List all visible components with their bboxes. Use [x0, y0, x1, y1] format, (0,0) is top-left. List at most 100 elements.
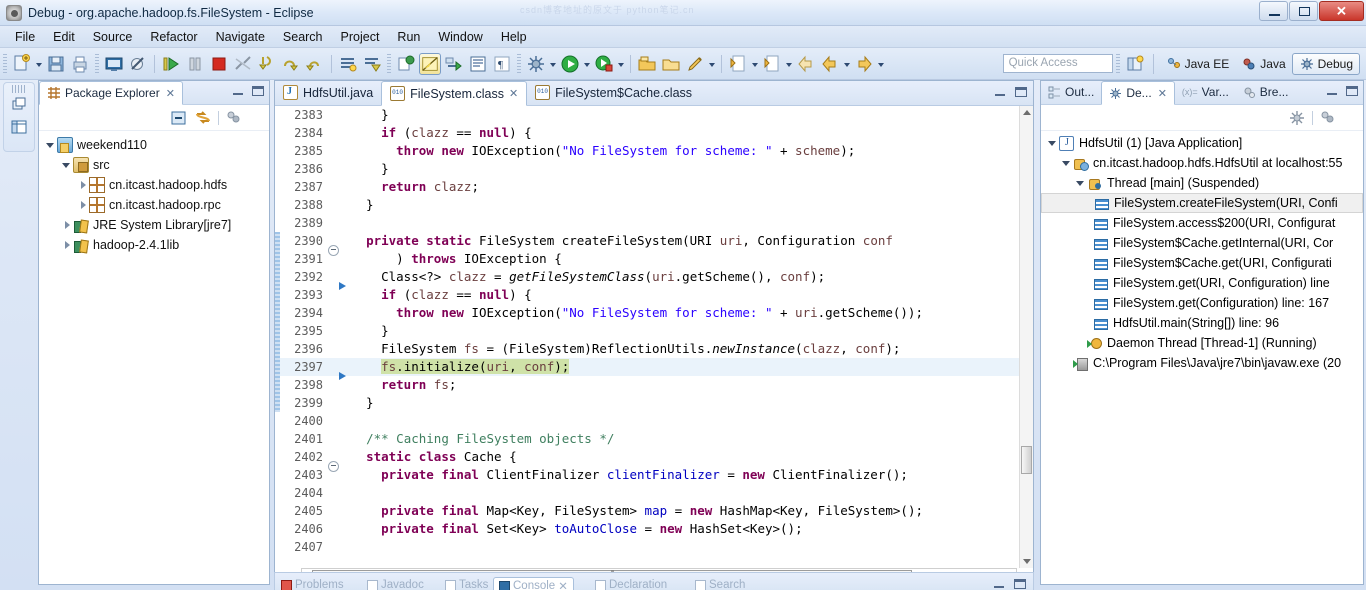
toolbar-grip-3[interactable]: [387, 53, 391, 74]
step-return-icon[interactable]: [304, 53, 326, 75]
perspective-java[interactable]: Java: [1235, 53, 1291, 75]
debug-tree-item[interactable]: Daemon Thread [Thread-1] (Running): [1041, 333, 1363, 353]
tab-filesystem-cache-class[interactable]: FileSystem$Cache.class: [527, 80, 700, 105]
tab-debug[interactable]: De... ✕: [1101, 81, 1175, 105]
expand-arrow-icon[interactable]: [1047, 137, 1059, 149]
external-tools-icon[interactable]: [593, 53, 615, 75]
scroll-up-arrow-icon[interactable]: [1023, 110, 1031, 115]
minimize-button[interactable]: [1259, 1, 1288, 21]
save-icon[interactable]: [45, 53, 67, 75]
terminate-icon[interactable]: [208, 53, 230, 75]
minimize-view-icon[interactable]: [994, 86, 1007, 99]
tab-javadoc[interactable]: Javadoc: [367, 579, 424, 590]
tab-declaration[interactable]: Declaration: [595, 579, 667, 590]
close-icon[interactable]: ✕: [166, 87, 175, 100]
back-arrow-icon[interactable]: [795, 53, 817, 75]
back-arrow-icon-2[interactable]: [819, 53, 841, 75]
close-icon[interactable]: ✕: [509, 87, 518, 100]
restore-button[interactable]: [1289, 1, 1318, 21]
debug-tree-item[interactable]: FileSystem.get(Configuration) line: 167: [1041, 293, 1363, 313]
debug-tree-item[interactable]: FileSystem$Cache.get(URI, Configurati: [1041, 253, 1363, 273]
menu-refactor[interactable]: Refactor: [141, 28, 206, 46]
close-icon[interactable]: ✕: [1158, 87, 1167, 100]
suspend-icon[interactable]: [184, 53, 206, 75]
toolbar-grip-5[interactable]: [1115, 53, 1120, 74]
code-line[interactable]: 2386 }: [275, 160, 1019, 178]
resume-icon[interactable]: [160, 53, 182, 75]
tab-console[interactable]: Console ✕: [493, 577, 574, 590]
expand-arrow-icon[interactable]: [1075, 177, 1087, 189]
quick-access-input[interactable]: Quick Access: [1002, 54, 1113, 73]
code-line[interactable]: 2388 }: [275, 196, 1019, 214]
minimize-view-icon[interactable]: [1326, 85, 1339, 98]
code-line[interactable]: 2390 private static FileSystem createFil…: [275, 232, 1019, 256]
code-line[interactable]: 2406 private final Set<Key> toAutoClose …: [275, 520, 1019, 538]
code-line[interactable]: 2391 ) throws IOException {: [275, 250, 1019, 268]
debug-tree-item[interactable]: Thread [main] (Suspended): [1041, 173, 1363, 193]
menu-edit[interactable]: Edit: [44, 28, 84, 46]
next-annotation-icon[interactable]: [727, 53, 749, 75]
code-line[interactable]: 2403 private final ClientFinalizer clien…: [275, 466, 1019, 484]
tab-outline[interactable]: Out...: [1041, 80, 1101, 104]
restore-view-icon[interactable]: [9, 95, 29, 115]
view-filters-icon[interactable]: [1319, 109, 1337, 127]
toolbar-grip-4[interactable]: [517, 53, 521, 74]
toolbar-grip[interactable]: [3, 53, 7, 74]
tree-item-src[interactable]: src: [39, 155, 269, 175]
maximize-view-icon[interactable]: [1015, 86, 1028, 99]
highlight-icon[interactable]: [419, 52, 441, 75]
menu-help[interactable]: Help: [492, 28, 536, 46]
code-line[interactable]: 2393 if (clazz == null) {: [275, 286, 1019, 304]
view-menu-icon[interactable]: [1343, 111, 1357, 125]
scroll-down-arrow-icon[interactable]: [1023, 559, 1031, 564]
expand-arrow-icon[interactable]: [1061, 157, 1073, 169]
debug-tree-item[interactable]: cn.itcast.hadoop.hdfs.HdfsUtil at localh…: [1041, 153, 1363, 173]
close-button[interactable]: ✕: [1319, 1, 1364, 21]
debug-tree-item[interactable]: FileSystem.get(URI, Configuration) line: [1041, 273, 1363, 293]
code-line[interactable]: 2387 return clazz;: [275, 178, 1019, 196]
tab-tasks[interactable]: Tasks: [445, 579, 488, 590]
menu-search[interactable]: Search: [274, 28, 332, 46]
menu-navigate[interactable]: Navigate: [207, 28, 274, 46]
new-dropdown-arrow[interactable]: [34, 53, 44, 75]
expand-arrow-icon[interactable]: [45, 139, 57, 151]
forward-dropdown-arrow[interactable]: [876, 53, 886, 75]
debug-bug-icon[interactable]: [525, 53, 547, 75]
code-line[interactable]: 2402 static class Cache {: [275, 448, 1019, 472]
tab-filesystem-class[interactable]: FileSystem.class ✕: [381, 81, 528, 106]
collapse-arrow-icon[interactable]: [77, 199, 89, 211]
maximize-view-icon[interactable]: [252, 85, 265, 98]
tab-search[interactable]: Search: [695, 579, 745, 590]
collapse-arrow-icon[interactable]: [77, 179, 89, 191]
debug-dropdown-arrow[interactable]: [548, 53, 558, 75]
code-line[interactable]: 2395 }: [275, 322, 1019, 340]
tree-item-package-rpc[interactable]: cn.itcast.hadoop.rpc: [39, 195, 269, 215]
debug-tree-item[interactable]: FileSystem.createFileSystem(URI, Confi: [1041, 193, 1363, 213]
view-menu-icon[interactable]: [249, 111, 263, 125]
next-dropdown-arrow[interactable]: [750, 53, 760, 75]
toolbar-grip-2[interactable]: [95, 53, 99, 74]
maximize-view-icon[interactable]: [1346, 85, 1359, 98]
debug-tree-item[interactable]: FileSystem$Cache.getInternal(URI, Cor: [1041, 233, 1363, 253]
link-icon[interactable]: [443, 53, 465, 75]
prev-dropdown-arrow[interactable]: [784, 53, 794, 75]
menu-project[interactable]: Project: [332, 28, 389, 46]
code-line[interactable]: 2389: [275, 214, 1019, 232]
debug-tree-item[interactable]: HdfsUtil (1) [Java Application]: [1041, 133, 1363, 153]
code-line[interactable]: 2399 }: [275, 394, 1019, 412]
package-explorer-mini-icon[interactable]: [9, 117, 29, 137]
tree-item-package-hdfs[interactable]: cn.itcast.hadoop.hdfs: [39, 175, 269, 195]
expand-arrow-icon[interactable]: [61, 159, 73, 171]
tree-item-project[interactable]: weekend110: [39, 135, 269, 155]
menu-window[interactable]: Window: [429, 28, 491, 46]
toggle-breakpoint-icon[interactable]: [395, 53, 417, 75]
perspective-java-ee[interactable]: Java EE: [1160, 53, 1236, 75]
open-type-icon[interactable]: [636, 53, 658, 75]
skip-breakpoints-icon[interactable]: [127, 53, 149, 75]
back-dropdown-arrow[interactable]: [842, 53, 852, 75]
block-selection-icon[interactable]: [467, 53, 489, 75]
open-perspective-icon[interactable]: [1124, 53, 1146, 75]
menu-file[interactable]: File: [6, 28, 44, 46]
debug-tree-item[interactable]: HdfsUtil.main(String[]) line: 96: [1041, 313, 1363, 333]
forward-arrow-icon[interactable]: [853, 53, 875, 75]
